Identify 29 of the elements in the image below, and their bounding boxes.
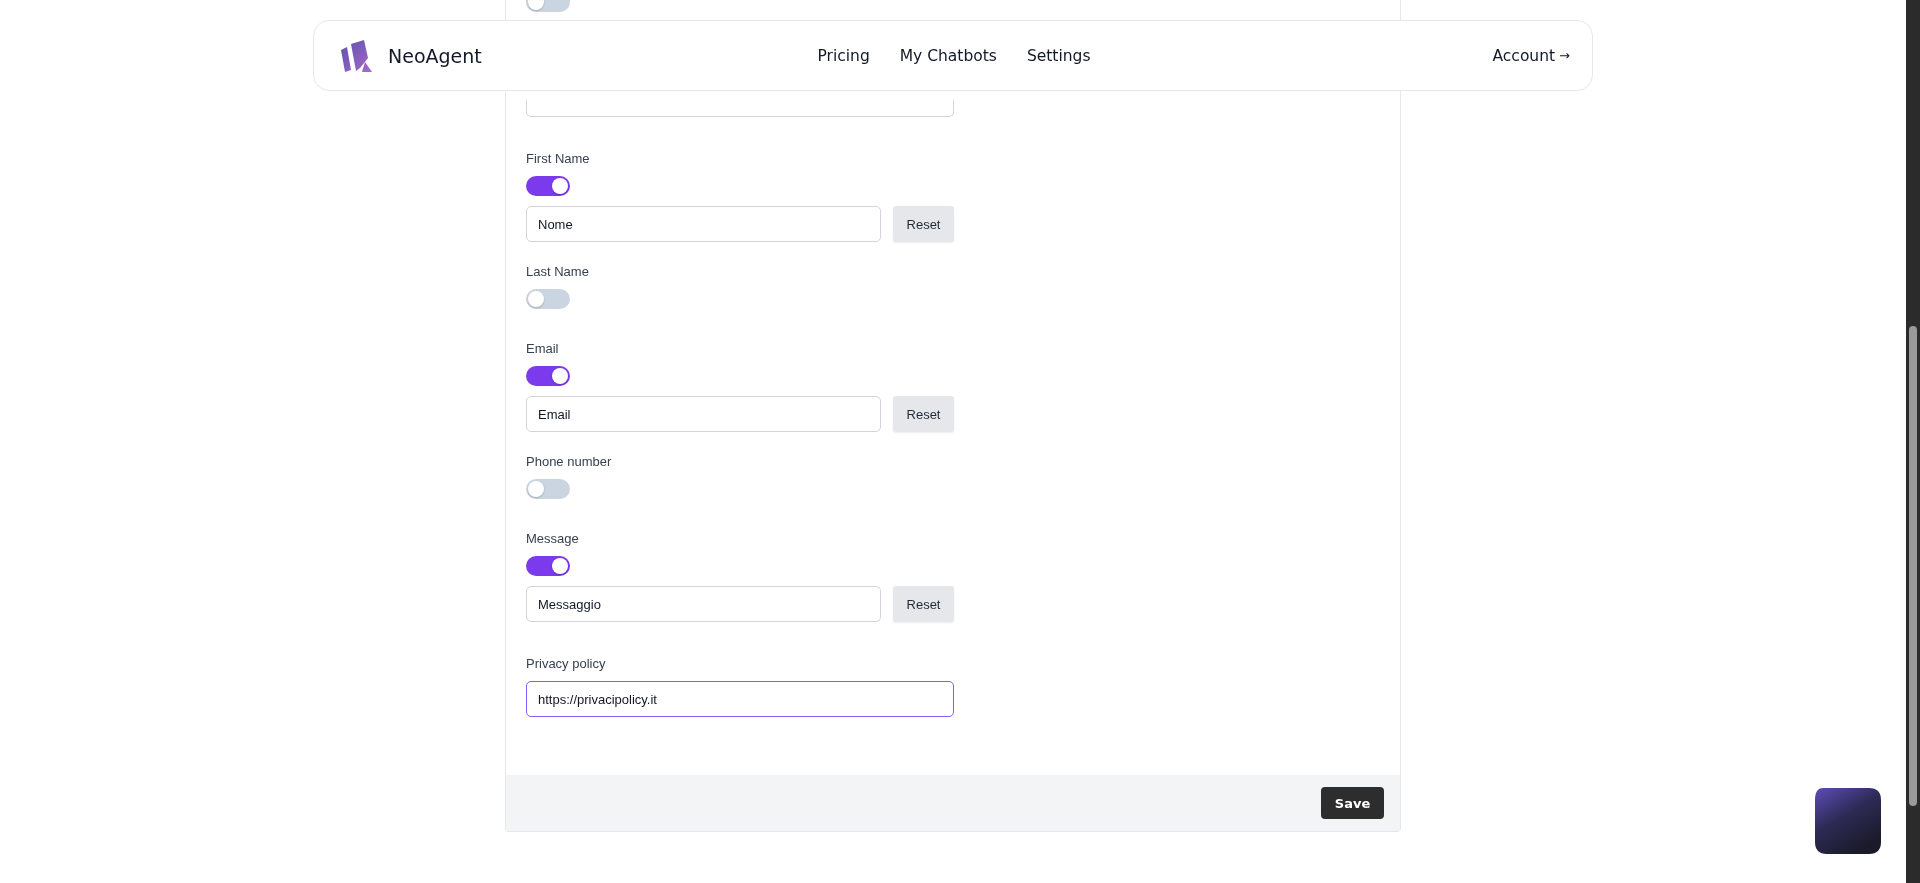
brand-name: NeoAgent (388, 44, 482, 67)
nav-link[interactable]: Settings (1026, 46, 1091, 65)
reset-button[interactable]: Reset (893, 396, 954, 432)
url-field[interactable]: https://privacipolicy.it (526, 681, 954, 717)
logo-icon (338, 37, 374, 74)
field-label: Phone number (526, 454, 613, 469)
toggle-switch[interactable] (526, 176, 570, 196)
text-field[interactable]: Nome (526, 206, 881, 242)
field-label: First Name (526, 151, 591, 166)
scrollbar[interactable] (1906, 0, 1920, 883)
nav-link[interactable]: Pricing (817, 46, 870, 65)
toggle-switch[interactable] (526, 289, 570, 309)
field-label: Privacy policy (526, 656, 607, 671)
toggle-switch[interactable] (526, 366, 570, 386)
save-button[interactable]: Save (1321, 787, 1384, 819)
reset-button[interactable]: Reset (893, 206, 954, 242)
text-field[interactable]: Messaggio (526, 586, 881, 622)
text-field[interactable]: Email (526, 396, 881, 432)
field-label: Message (526, 531, 580, 546)
nav-link[interactable]: My Chatbots (899, 46, 997, 65)
reset-button[interactable]: Reset (893, 586, 954, 622)
chat-launcher-icon[interactable] (1815, 788, 1881, 854)
toggle-switch[interactable] (526, 479, 570, 499)
toggle-switch[interactable] (526, 556, 570, 576)
field-label: Last Name (526, 264, 590, 279)
select-field[interactable] (526, 100, 954, 117)
field-label: Email (526, 341, 560, 356)
arrow-glyph: → (1559, 48, 1570, 63)
account-link[interactable]: Account (1492, 46, 1556, 65)
